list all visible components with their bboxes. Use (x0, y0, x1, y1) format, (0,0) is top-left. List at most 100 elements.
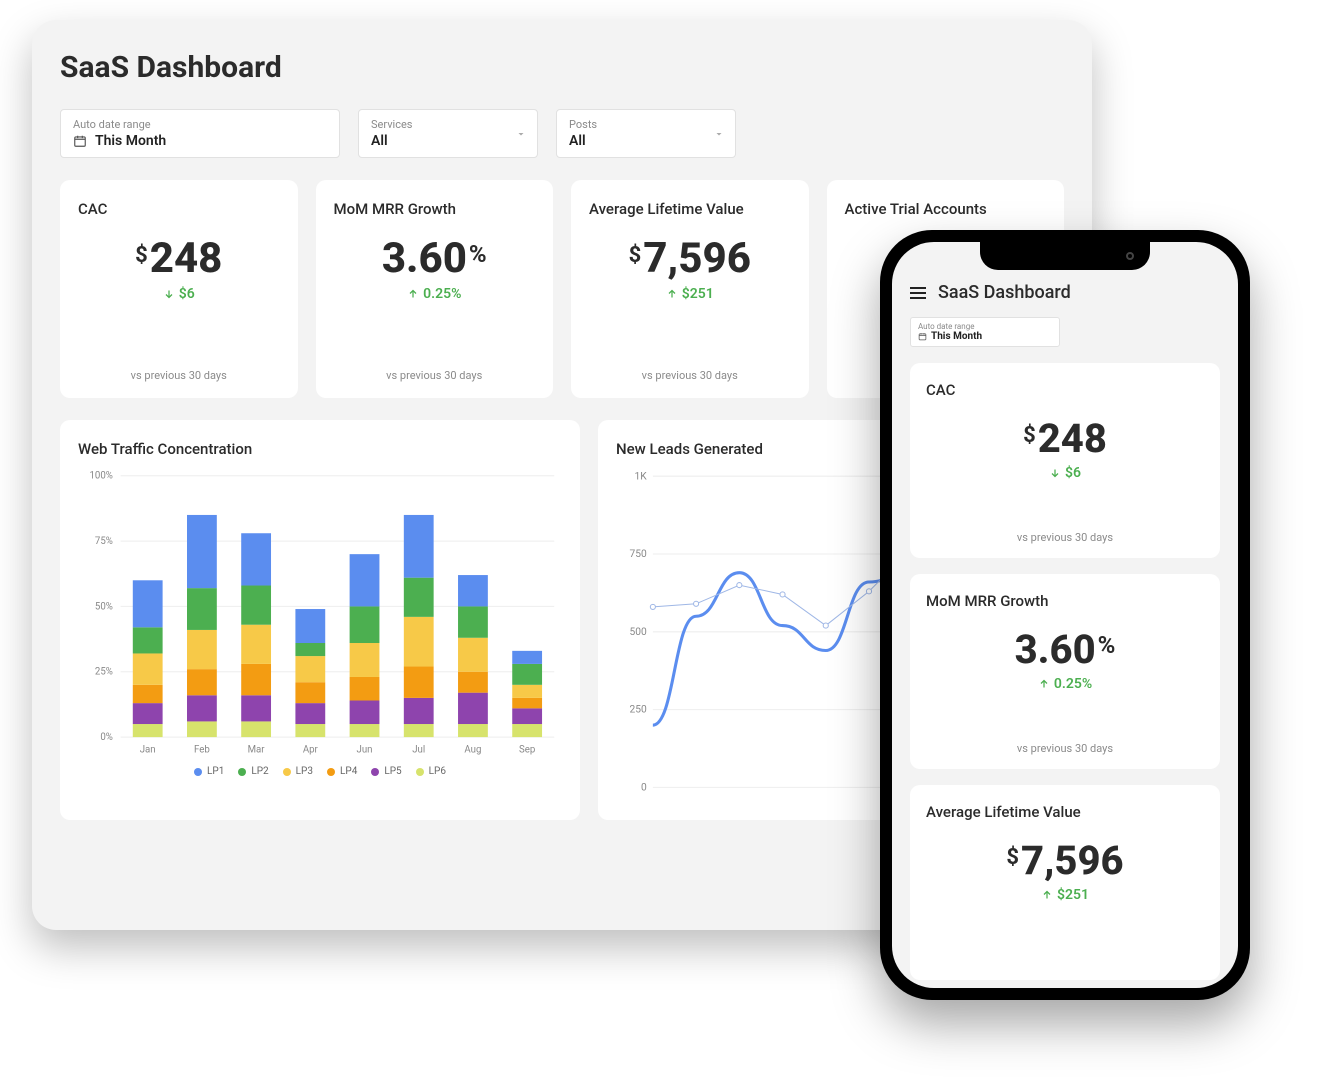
bar-segment (133, 653, 163, 684)
svg-text:500: 500 (629, 627, 646, 638)
data-point (866, 589, 871, 594)
bar-segment (404, 724, 434, 737)
svg-text:Feb: Feb (194, 745, 210, 756)
filter-bar: Auto date range This Month Services All … (60, 109, 1064, 158)
bar-segment (241, 695, 271, 721)
bar-segment (295, 609, 325, 643)
legend-swatch (371, 768, 379, 776)
kpi-title: MoM MRR Growth (334, 200, 536, 218)
chart-legend: LP1LP2LP3LP4LP5LP6 (78, 766, 562, 777)
legend-item: LP6 (416, 766, 446, 777)
date-range-value: This Month (931, 331, 982, 342)
svg-text:0%: 0% (100, 732, 113, 743)
bar-segment (241, 586, 271, 625)
kpi-title: CAC (926, 381, 1204, 399)
svg-text:0: 0 (641, 782, 647, 793)
bar-segment (512, 685, 542, 698)
bar-segment (350, 643, 380, 677)
kpi-compare-text: vs previous 30 days (78, 369, 280, 382)
legend-item: LP5 (371, 766, 401, 777)
bar-segment (512, 708, 542, 724)
bar-segment (404, 617, 434, 667)
calendar-icon (918, 332, 927, 341)
bar-segment (187, 630, 217, 669)
legend-label: LP3 (296, 766, 313, 777)
web-traffic-chart-card: Web Traffic Concentration 0%25%50%75%100… (60, 420, 580, 820)
date-range-value: This Month (95, 133, 166, 149)
svg-text:250: 250 (629, 705, 646, 716)
svg-text:25%: 25% (95, 667, 113, 678)
menu-icon[interactable] (910, 287, 926, 299)
legend-item: LP3 (283, 766, 313, 777)
currency-prefix: $ (629, 245, 642, 267)
bar-segment (350, 606, 380, 643)
bar-segment (458, 606, 488, 637)
date-range-label: Auto date range (918, 322, 1052, 331)
bar-segment (295, 682, 325, 703)
chart-title: Web Traffic Concentration (78, 440, 562, 458)
bar-segment (458, 724, 488, 737)
bar-segment (350, 677, 380, 701)
services-value: All (371, 133, 525, 149)
phone-header: SaaS Dashboard (910, 282, 1220, 303)
svg-text:1K: 1K (635, 471, 648, 482)
bar-segment (187, 588, 217, 630)
kpi-compare-text: vs previous 30 days (926, 531, 1204, 544)
kpi-card: MoM MRR Growth3.60%0.25%vs previous 30 d… (316, 180, 554, 398)
kpi-delta: $6 (1049, 465, 1081, 481)
kpi-title: Active Trial Accounts (845, 200, 1047, 218)
kpi-title: Average Lifetime Value (589, 200, 791, 218)
phone-notch (980, 242, 1150, 270)
kpi-title: Average Lifetime Value (926, 803, 1204, 821)
date-range-filter[interactable]: Auto date range This Month (910, 317, 1060, 347)
kpi-value: $7,596 (1006, 841, 1123, 881)
svg-text:Apr: Apr (303, 745, 319, 756)
phone-mockup: SaaS Dashboard Auto date range This Mont… (880, 230, 1250, 1000)
svg-text:100%: 100% (89, 471, 112, 482)
page-title: SaaS Dashboard (938, 282, 1071, 303)
bar-segment (350, 554, 380, 606)
legend-swatch (238, 768, 246, 776)
kpi-compare-text: vs previous 30 days (589, 369, 791, 382)
posts-label: Posts (569, 118, 723, 131)
services-filter[interactable]: Services All (358, 109, 538, 158)
bar-segment (404, 667, 434, 698)
bar-segment (512, 664, 542, 685)
arrow-down-icon (1049, 467, 1061, 479)
stacked-bar-chart: 0%25%50%75%100%JanFebMarAprJunJulAugSep (78, 468, 562, 758)
kpi-value: $7,596 (629, 238, 751, 280)
legend-label: LP1 (207, 766, 224, 777)
legend-item: LP1 (194, 766, 224, 777)
bar-segment (404, 578, 434, 617)
kpi-delta: 0.25% (407, 286, 461, 302)
percent-suffix: % (1098, 633, 1116, 657)
percent-suffix: % (469, 242, 487, 266)
date-range-filter[interactable]: Auto date range This Month (60, 109, 340, 158)
legend-swatch (327, 768, 335, 776)
data-point (823, 623, 828, 628)
calendar-icon (73, 134, 87, 148)
kpi-card: Average Lifetime Value$7,596$251 (910, 785, 1220, 980)
page-title: SaaS Dashboard (60, 50, 1064, 85)
kpi-card: CAC$248$6vs previous 30 days (60, 180, 298, 398)
svg-text:Jun: Jun (357, 745, 373, 756)
svg-text:Jul: Jul (412, 745, 425, 756)
kpi-title: MoM MRR Growth (926, 592, 1204, 610)
bar-segment (133, 627, 163, 653)
kpi-title: CAC (78, 200, 280, 218)
svg-text:Jan: Jan (140, 745, 156, 756)
currency-prefix: $ (1023, 425, 1036, 447)
bar-segment (350, 724, 380, 737)
legend-item: LP4 (327, 766, 357, 777)
posts-filter[interactable]: Posts All (556, 109, 736, 158)
data-point (737, 583, 742, 588)
currency-prefix: $ (1006, 847, 1019, 869)
kpi-card: CAC$248$6vs previous 30 days (910, 363, 1220, 558)
bar-segment (187, 695, 217, 721)
bar-segment (133, 685, 163, 703)
legend-swatch (283, 768, 291, 776)
bar-segment (512, 698, 542, 708)
bar-segment (404, 515, 434, 578)
legend-label: LP6 (429, 766, 446, 777)
kpi-delta: 0.25% (1038, 676, 1092, 692)
